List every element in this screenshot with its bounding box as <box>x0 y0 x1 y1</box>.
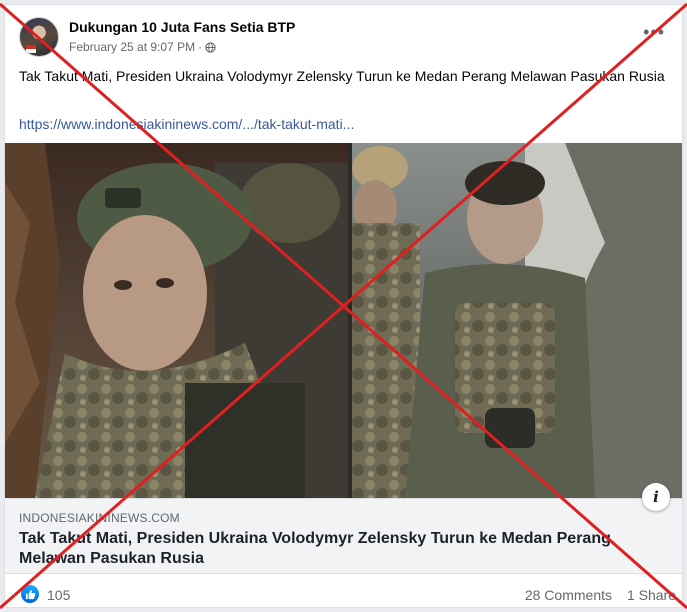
post-footer: 105 28 Comments 1 Share <box>5 577 682 607</box>
post-header: Dukungan 10 Juta Fans Setia BTP February… <box>19 15 669 59</box>
thumbs-up-icon <box>25 589 35 599</box>
photo-collage <box>5 143 682 498</box>
more-options-icon[interactable]: ••• <box>643 23 665 41</box>
reaction-count[interactable]: 105 <box>47 587 70 603</box>
post-link[interactable]: https://www.indonesiakininews.com/.../ta… <box>19 116 669 132</box>
globe-icon <box>205 41 216 53</box>
shares-count[interactable]: 1 Share <box>627 587 676 603</box>
post-timestamp[interactable]: February 25 at 9:07 PM <box>69 40 195 54</box>
post-text: Tak Takut Mati, Presiden Ukraina Volodym… <box>19 68 665 84</box>
meta-separator: · <box>198 40 203 54</box>
post-meta: February 25 at 9:07 PM · <box>69 40 216 54</box>
post-photo[interactable] <box>5 143 682 498</box>
preview-domain: INDONESIAKININEWS.COM <box>19 511 180 525</box>
comments-count[interactable]: 28 Comments <box>525 587 612 603</box>
link-preview[interactable]: INDONESIAKININEWS.COM Tak Takut Mati, Pr… <box>5 483 682 574</box>
page-avatar[interactable] <box>19 17 59 57</box>
preview-title[interactable]: Tak Takut Mati, Presiden Ukraina Volodym… <box>19 529 659 569</box>
info-icon[interactable]: i <box>642 483 670 511</box>
page-name-link[interactable]: Dukungan 10 Juta Fans Setia BTP <box>69 19 295 35</box>
like-icon[interactable] <box>21 585 39 603</box>
flag-badge <box>26 45 36 53</box>
facebook-post-card: Dukungan 10 Juta Fans Setia BTP February… <box>4 4 683 608</box>
